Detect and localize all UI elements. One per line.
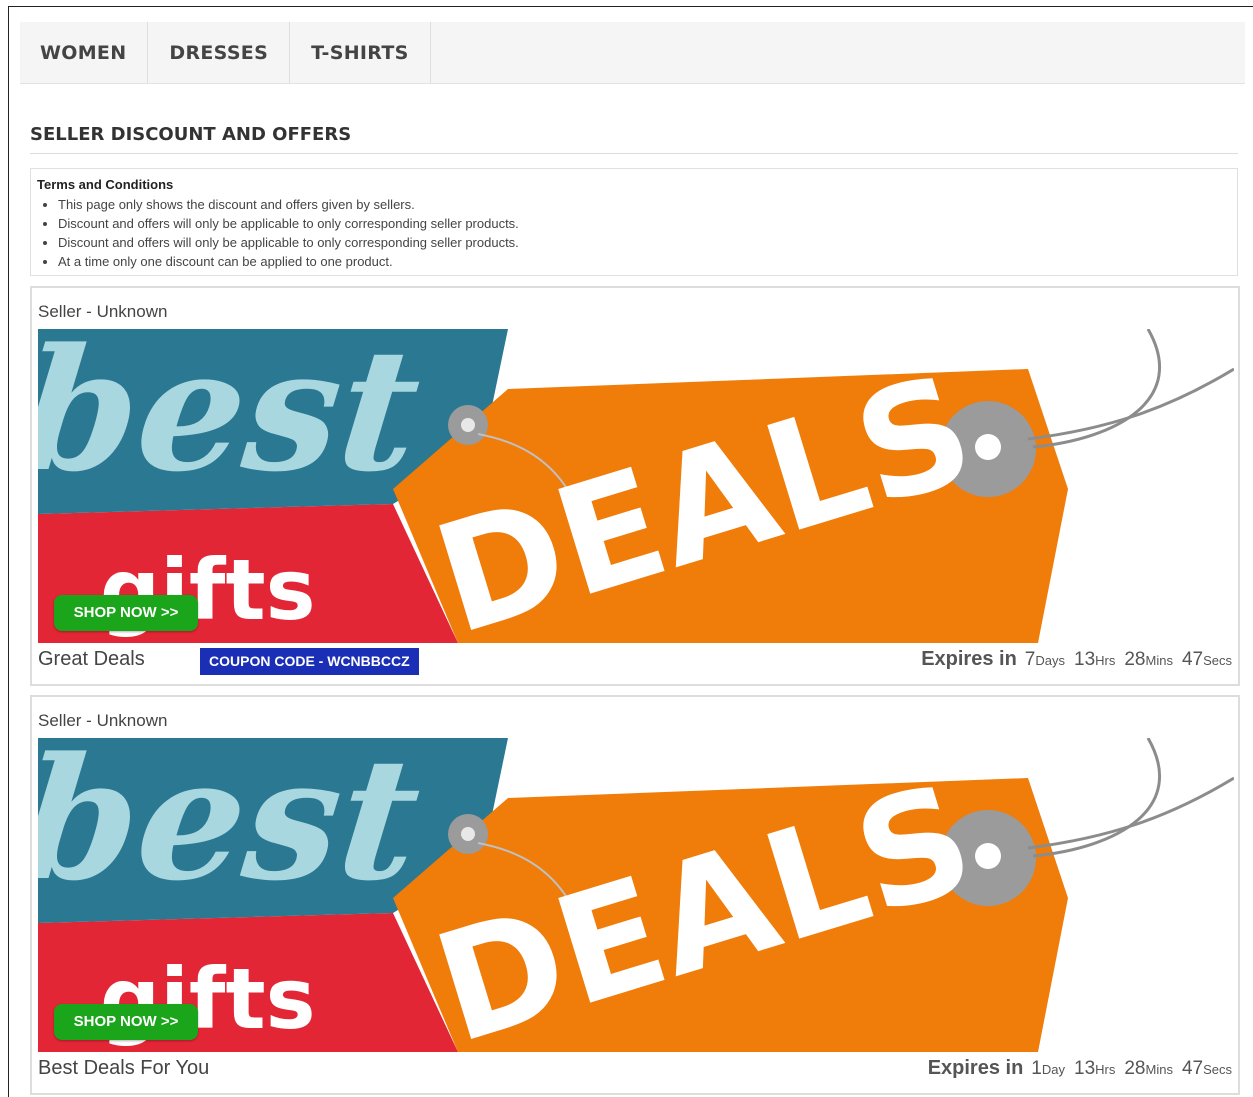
- expiry-countdown: Expires in 1Day 13Hrs 28Mins 47Secs: [928, 1057, 1232, 1080]
- offer-title: Best Deals For You: [38, 1057, 210, 1079]
- best-deals-tag-image: best gifts DEALS: [38, 738, 1234, 1052]
- countdown-days: 1: [1031, 1058, 1042, 1079]
- countdown-hours: 13: [1074, 1058, 1096, 1079]
- banner-word-best: best: [38, 738, 428, 918]
- countdown-minutes-unit: Mins: [1145, 1062, 1173, 1077]
- countdown-hours: 13: [1074, 649, 1096, 670]
- terms-panel: Terms and Conditions This page only show…: [30, 168, 1238, 276]
- countdown-minutes: 28: [1124, 1058, 1146, 1079]
- seller-name: Seller - Unknown: [38, 711, 168, 730]
- countdown-minutes: 28: [1124, 649, 1146, 670]
- nav-item-women[interactable]: WOMEN: [20, 22, 149, 84]
- countdown-days-unit: Day: [1041, 1062, 1065, 1077]
- offer-card: Seller - Unknown best gifts DEALS SHOP N…: [30, 286, 1240, 686]
- offer-banner[interactable]: best gifts DEALS SHOP NOW >>: [38, 329, 1234, 643]
- category-nav: WOMEN DRESSES T-SHIRTS: [20, 22, 1245, 84]
- terms-item: Discount and offers will only be applica…: [58, 214, 1231, 233]
- title-divider: [30, 153, 1238, 154]
- nav-item-dresses[interactable]: DRESSES: [148, 22, 291, 84]
- best-deals-tag-image: best gifts DEALS: [38, 329, 1234, 643]
- countdown-days: 7: [1024, 649, 1036, 670]
- offer-title: Great Deals: [38, 648, 145, 670]
- countdown-hours-unit: Hrs: [1095, 1062, 1116, 1077]
- shop-now-button[interactable]: SHOP NOW >>: [54, 595, 198, 631]
- countdown-hours-unit: Hrs: [1095, 653, 1116, 668]
- seller-name: Seller - Unknown: [38, 302, 168, 321]
- shop-now-button[interactable]: SHOP NOW >>: [54, 1004, 198, 1040]
- page-title: SELLER DISCOUNT AND OFFERS: [30, 124, 352, 145]
- countdown-seconds: 47: [1181, 1058, 1204, 1079]
- terms-item: At a time only one discount can be appli…: [58, 252, 1231, 271]
- expires-label: Expires in: [921, 648, 1017, 670]
- terms-item: Discount and offers will only be applica…: [58, 233, 1231, 252]
- countdown-seconds-unit: Secs: [1203, 653, 1232, 668]
- countdown-minutes-unit: Mins: [1145, 653, 1173, 668]
- countdown-seconds-unit: Secs: [1203, 1062, 1232, 1077]
- banner-word-best: best: [38, 329, 428, 509]
- countdown-seconds: 47: [1181, 649, 1204, 670]
- terms-list: This page only shows the discount and of…: [37, 195, 1231, 271]
- terms-heading: Terms and Conditions: [37, 177, 174, 192]
- nav-item-t-shirts[interactable]: T-SHIRTS: [290, 22, 431, 84]
- offer-banner[interactable]: best gifts DEALS SHOP NOW >>: [38, 738, 1234, 1052]
- terms-item: This page only shows the discount and of…: [58, 195, 1231, 214]
- coupon-code-badge: COUPON CODE - WCNBBCCZ: [200, 648, 419, 675]
- countdown-days-unit: Days: [1035, 653, 1065, 668]
- expiry-countdown: Expires in 7Days 13Hrs 28Mins 47Secs: [921, 648, 1232, 671]
- expires-label: Expires in: [927, 1057, 1024, 1079]
- offer-card: Seller - Unknown best gifts DEALS SHOP N…: [30, 695, 1240, 1095]
